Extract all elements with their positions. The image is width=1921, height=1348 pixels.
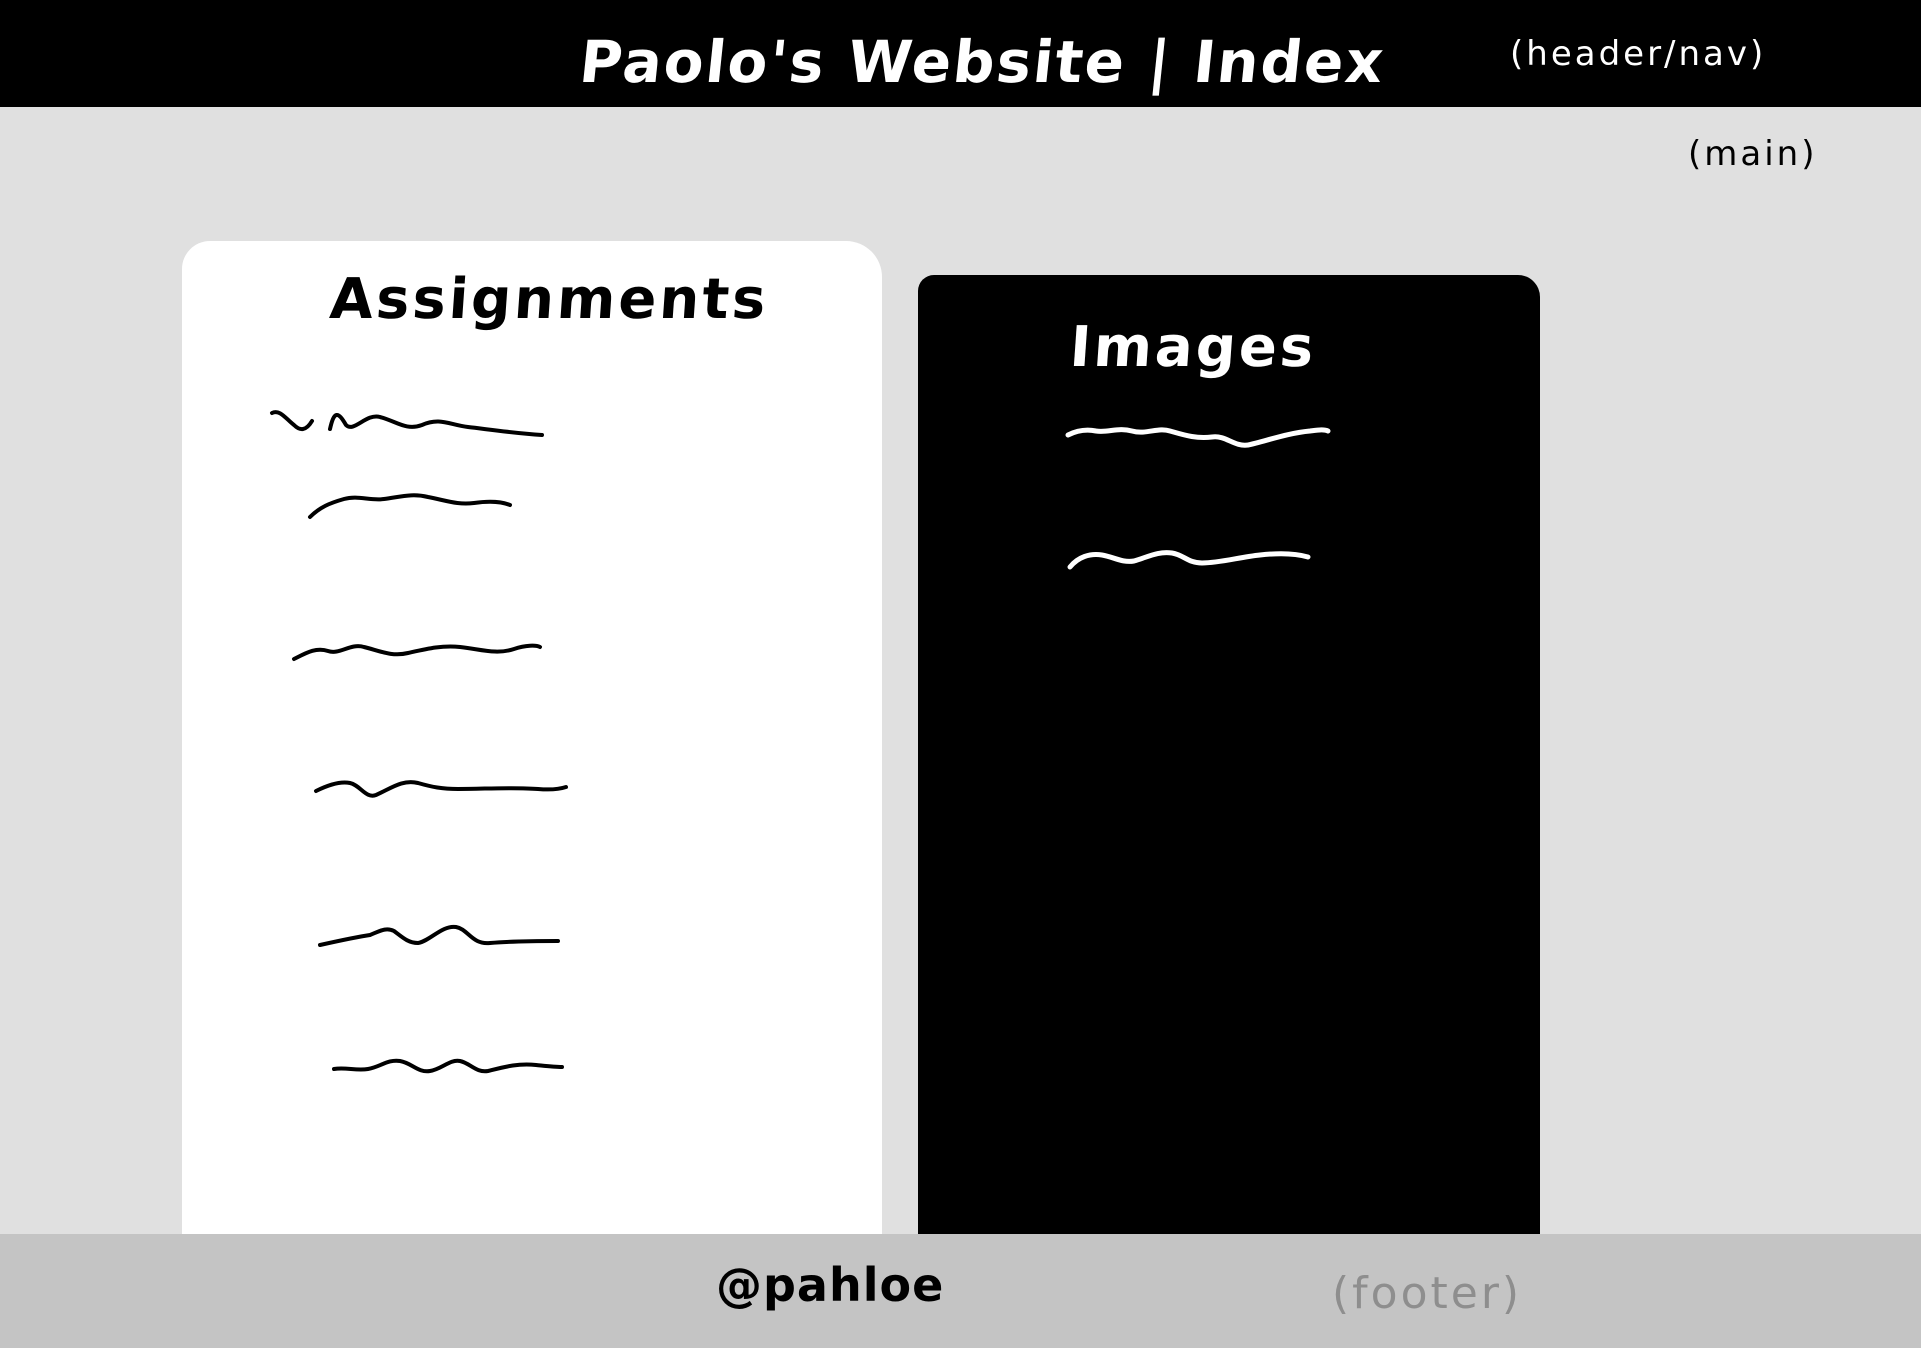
site-footer: @pahloe (footer) xyxy=(0,1234,1921,1348)
site-header: Paolo's Website | Index (header/nav) xyxy=(0,0,1921,107)
assignment-link-2[interactable] xyxy=(308,487,518,527)
footer-handle-link[interactable]: @pahloe xyxy=(716,1258,944,1312)
images-panel: Images xyxy=(918,275,1540,1301)
assignment-link-5[interactable] xyxy=(318,917,568,957)
assignments-panel: Assignments xyxy=(182,241,882,1321)
header-annotation: (header/nav) xyxy=(1510,34,1767,74)
assignment-link-1[interactable] xyxy=(270,401,562,451)
main-annotation: (main) xyxy=(1688,134,1818,174)
site-title: Paolo's Website | Index xyxy=(576,28,1389,96)
main-content: (main) Assignments Images xyxy=(0,107,1921,1321)
images-heading: Images xyxy=(1067,315,1319,380)
assignment-link-3[interactable] xyxy=(292,631,552,671)
footer-annotation: (footer) xyxy=(1332,1268,1523,1319)
image-link-2[interactable] xyxy=(1067,537,1318,581)
assignment-link-4[interactable] xyxy=(314,769,574,809)
assignment-link-6[interactable] xyxy=(332,1049,572,1089)
assignments-heading: Assignments xyxy=(327,267,771,332)
image-link-1[interactable] xyxy=(1065,419,1336,463)
